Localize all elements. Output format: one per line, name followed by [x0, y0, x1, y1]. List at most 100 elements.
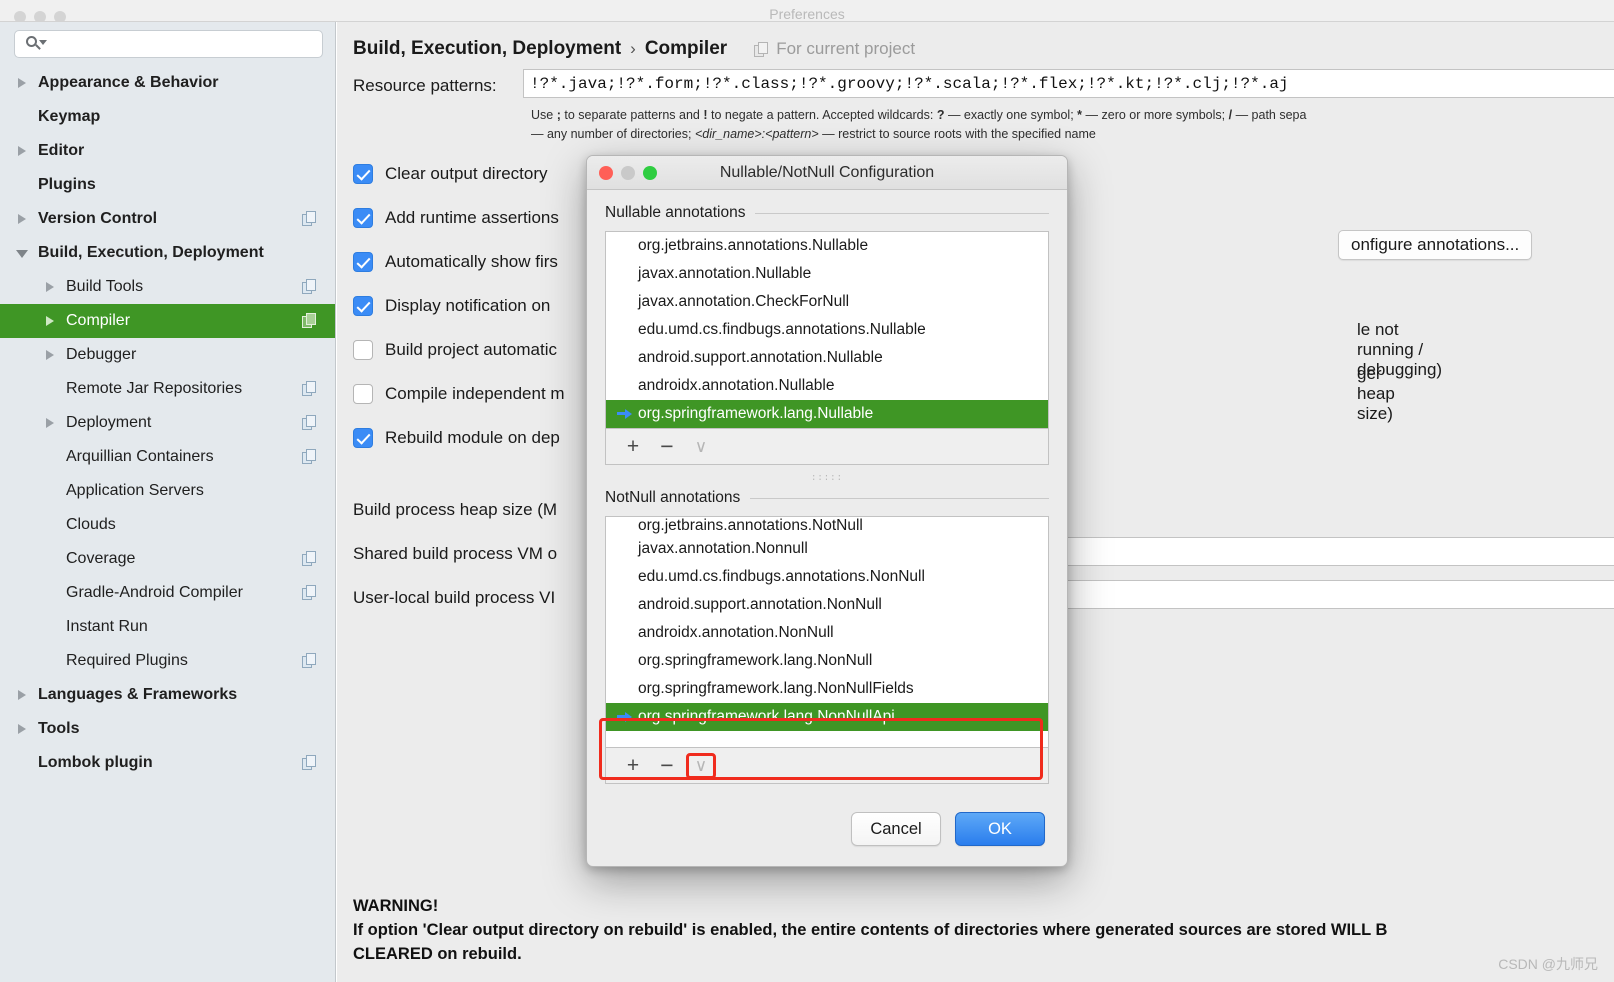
sidebar-item-required-plugins[interactable]: Required Plugins: [0, 644, 335, 678]
sidebar-item-gradle-android-compiler[interactable]: Gradle-Android Compiler: [0, 576, 335, 610]
annotation-list-item[interactable]: org.springframework.lang.NonNullApi: [606, 703, 1048, 731]
sidebar-item-appearance-behavior[interactable]: Appearance & Behavior: [0, 66, 335, 100]
default-annotation-arrow-icon: [616, 709, 638, 725]
chevron-right-icon[interactable]: [42, 415, 58, 431]
sidebar-item-keymap[interactable]: Keymap: [0, 100, 335, 134]
sidebar-item-version-control[interactable]: Version Control: [0, 202, 335, 236]
dialog-minimize-icon[interactable]: [621, 166, 635, 180]
checkbox-label: Build project automatic: [385, 340, 557, 360]
annotation-list-item[interactable]: edu.umd.cs.findbugs.annotations.NonNull: [606, 563, 1048, 591]
annotation-list-item[interactable]: javax.annotation.Nonnull: [606, 535, 1048, 563]
annotation-list-item[interactable]: org.jetbrains.annotations.NotNull: [606, 517, 1048, 535]
annotation-list-item[interactable]: android.support.annotation.NonNull: [606, 591, 1048, 619]
tree-spacer: [42, 449, 58, 465]
sidebar-item-label: Required Plugins: [66, 652, 188, 670]
search-input[interactable]: [43, 35, 314, 53]
annotation-list-item[interactable]: org.springframework.lang.NonNullFields: [606, 675, 1048, 703]
checkbox-unchecked-icon[interactable]: [353, 384, 373, 404]
nullable-remove-button[interactable]: −: [652, 434, 682, 460]
dialog-titlebar: Nullable/NotNull Configuration: [587, 156, 1067, 190]
tree-spacer: [42, 619, 58, 635]
sidebar-item-label: Remote Jar Repositories: [66, 380, 242, 398]
chevron-right-icon[interactable]: [14, 211, 30, 227]
sidebar-item-label: Tools: [38, 720, 79, 738]
dialog-zoom-icon[interactable]: [643, 166, 657, 180]
chevron-right-icon[interactable]: [42, 313, 58, 329]
sidebar-item-clouds[interactable]: Clouds: [0, 508, 335, 542]
breadcrumb-root[interactable]: Build, Execution, Deployment: [353, 38, 621, 60]
window-titlebar: Preferences: [0, 0, 1614, 22]
sidebar-item-debugger[interactable]: Debugger: [0, 338, 335, 372]
sidebar-item-label: Plugins: [38, 176, 96, 194]
checkbox-checked-icon[interactable]: [353, 164, 373, 184]
annotation-list-item[interactable]: androidx.annotation.NonNull: [606, 619, 1048, 647]
nullable-annotations-list[interactable]: org.jetbrains.annotations.Nullablejavax.…: [605, 231, 1049, 429]
shared-vm-options-input[interactable]: [1063, 537, 1614, 566]
chevron-right-icon[interactable]: [42, 279, 58, 295]
annotation-list-item[interactable]: org.springframework.lang.NonNull: [606, 647, 1048, 675]
notnull-section-label: NotNull annotations: [605, 489, 740, 507]
dialog-traffic-lights[interactable]: [599, 166, 657, 180]
annotation-class-name: android.support.annotation.NonNull: [638, 596, 882, 614]
sidebar-item-build-tools[interactable]: Build Tools: [0, 270, 335, 304]
sidebar-item-compiler[interactable]: Compiler: [0, 304, 335, 338]
chevron-right-icon[interactable]: [14, 721, 30, 737]
project-scope-icon: [302, 449, 317, 464]
annotation-list-item[interactable]: android.support.annotation.Nullable: [606, 344, 1048, 372]
chevron-right-icon[interactable]: [14, 75, 30, 91]
sidebar-item-coverage[interactable]: Coverage: [0, 542, 335, 576]
sidebar-item-arquillian-containers[interactable]: Arquillian Containers: [0, 440, 335, 474]
chevron-right-icon[interactable]: [14, 687, 30, 703]
annotation-list-item[interactable]: javax.annotation.CheckForNull: [606, 288, 1048, 316]
tree-spacer: [14, 177, 30, 193]
annotation-list-item[interactable]: org.jetbrains.annotations.Nullable: [606, 232, 1048, 260]
default-annotation-arrow-icon: [616, 406, 638, 422]
ok-button[interactable]: OK: [955, 812, 1045, 846]
notnull-set-default-button[interactable]: ∨: [686, 753, 716, 779]
project-scope-icon: [302, 415, 317, 430]
nullable-add-button[interactable]: +: [618, 434, 648, 460]
sidebar-item-deployment[interactable]: Deployment: [0, 406, 335, 440]
annotation-list-item[interactable]: org.springframework.lang.Nullable: [606, 400, 1048, 428]
annotation-class-name: org.jetbrains.annotations.NotNull: [638, 517, 863, 535]
dialog-resize-grip[interactable]: :::::: [605, 473, 1049, 483]
sidebar-item-application-servers[interactable]: Application Servers: [0, 474, 335, 508]
sidebar-item-plugins[interactable]: Plugins: [0, 168, 335, 202]
sidebar-item-remote-jar-repositories[interactable]: Remote Jar Repositories: [0, 372, 335, 406]
checkbox-checked-icon[interactable]: [353, 296, 373, 316]
annotation-list-item[interactable]: androidx.annotation.Nullable: [606, 372, 1048, 400]
hint2-italic: <dir_name>:<pattern>: [695, 127, 819, 141]
sidebar-item-editor[interactable]: Editor: [0, 134, 335, 168]
chevron-down-icon[interactable]: [14, 245, 30, 261]
chevron-right-icon[interactable]: [42, 347, 58, 363]
sidebar-item-languages-frameworks[interactable]: Languages & Frameworks: [0, 678, 335, 712]
notnull-annotations-list[interactable]: org.jetbrains.annotations.NotNulljavax.a…: [605, 516, 1049, 748]
checkbox-unchecked-icon[interactable]: [353, 340, 373, 360]
preferences-window: Preferences Appearance & BehaviorKeymapE…: [0, 0, 1614, 982]
resource-patterns-input[interactable]: !?*.java;!?*.form;!?*.class;!?*.groovy;!…: [523, 69, 1614, 98]
list-item-spacer: [616, 541, 638, 557]
sidebar-item-build-execution-deployment[interactable]: Build, Execution, Deployment: [0, 236, 335, 270]
sidebar-item-label: Coverage: [66, 550, 135, 568]
checkbox-label-tail: ger heap size): [1357, 364, 1395, 424]
notnull-remove-button[interactable]: −: [652, 753, 682, 779]
nullable-set-default-button[interactable]: ∨: [686, 434, 716, 460]
search-box[interactable]: [14, 30, 323, 58]
cancel-button[interactable]: Cancel: [851, 812, 941, 846]
tree-spacer: [14, 755, 30, 771]
configure-annotations-button[interactable]: onfigure annotations...: [1338, 230, 1532, 260]
checkbox-checked-icon[interactable]: [353, 252, 373, 272]
tree-spacer: [42, 483, 58, 499]
notnull-add-button[interactable]: +: [618, 753, 648, 779]
sidebar-item-instant-run[interactable]: Instant Run: [0, 610, 335, 644]
dialog-close-icon[interactable]: [599, 166, 613, 180]
annotation-list-item[interactable]: edu.umd.cs.findbugs.annotations.Nullable: [606, 316, 1048, 344]
checkbox-checked-icon[interactable]: [353, 208, 373, 228]
annotation-list-item[interactable]: javax.annotation.Nullable: [606, 260, 1048, 288]
chevron-right-icon[interactable]: [14, 143, 30, 159]
user-local-vm-options-input[interactable]: [1063, 580, 1614, 609]
sidebar-item-lombok-plugin[interactable]: Lombok plugin: [0, 746, 335, 780]
sidebar-item-label: Build Tools: [66, 278, 143, 296]
sidebar-item-tools[interactable]: Tools: [0, 712, 335, 746]
checkbox-checked-icon[interactable]: [353, 428, 373, 448]
